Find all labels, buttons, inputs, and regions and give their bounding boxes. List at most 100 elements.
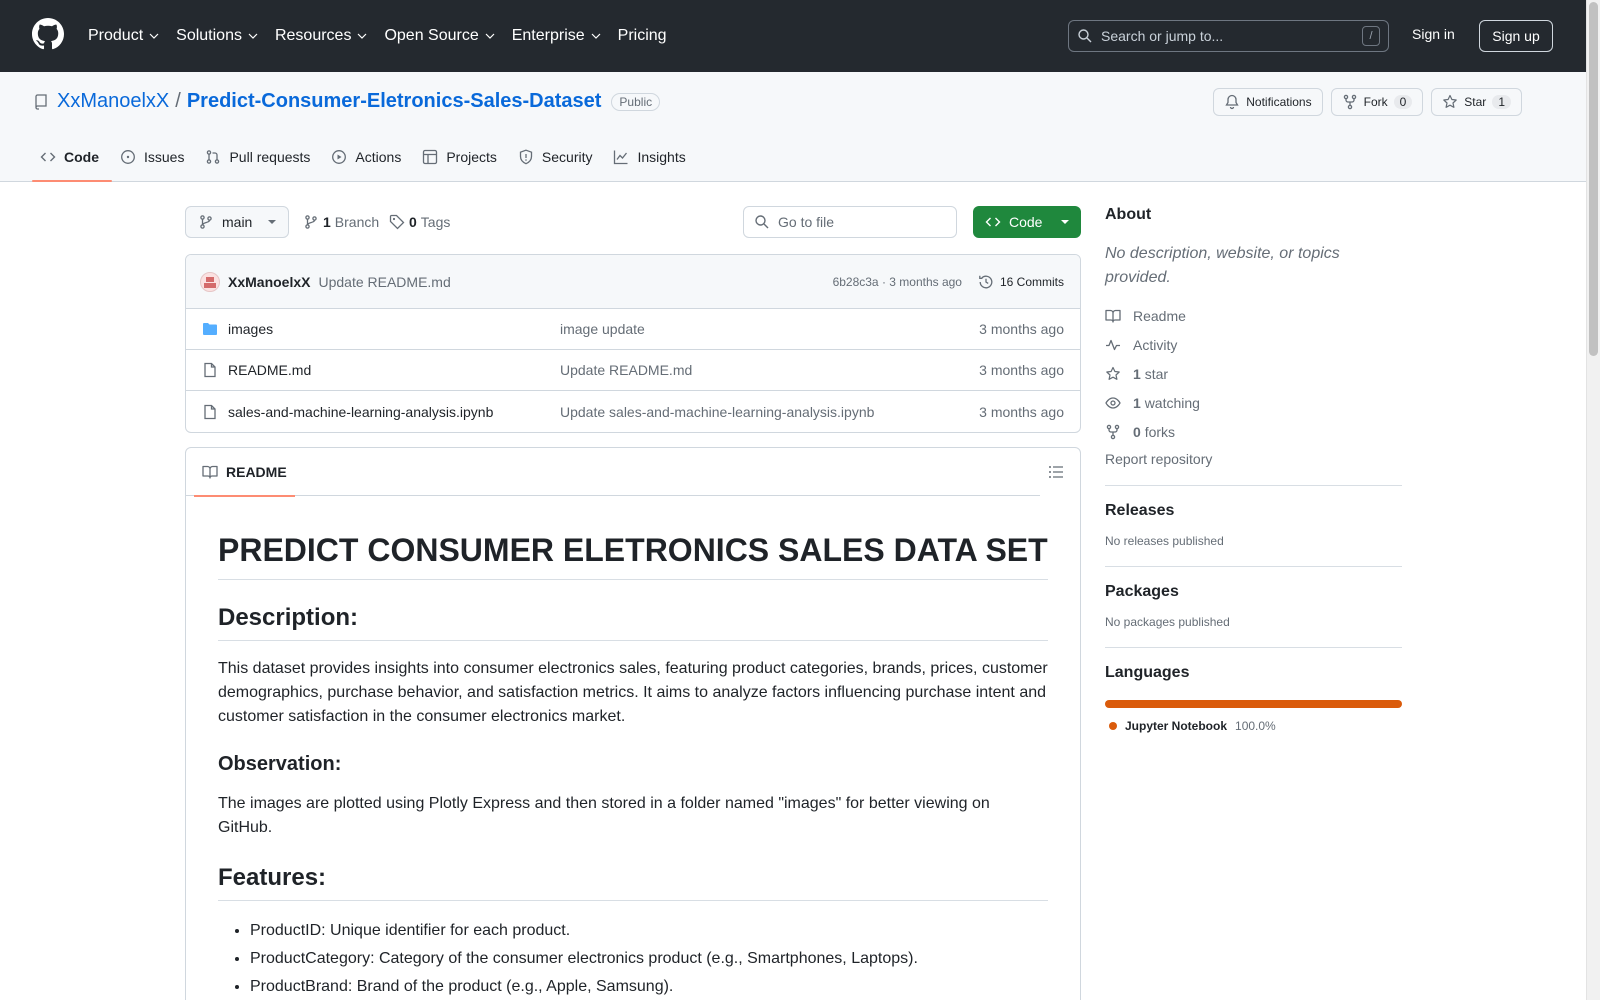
tab-label: Issues	[144, 149, 185, 165]
list-item: ProductCategory: Category of the consume…	[250, 947, 1048, 971]
repo-owner-link[interactable]: XxManoelxX	[57, 90, 169, 113]
fork-icon	[1106, 424, 1120, 440]
file-commit-message-link[interactable]: Update sales-and-machine-learning-analys…	[560, 404, 979, 420]
page-scrollbar[interactable]	[1586, 0, 1600, 1000]
activity-link[interactable]: Activity	[1105, 335, 1402, 355]
divider	[1105, 647, 1402, 648]
tab-pull-requests[interactable]: Pull requests	[197, 133, 323, 181]
tab-label: Security	[541, 149, 593, 165]
tag-count: 0	[409, 214, 417, 230]
nav-resources[interactable]: Resources	[275, 27, 368, 45]
search-icon	[1078, 29, 1092, 43]
commits-link[interactable]: 16 Commits	[978, 274, 1064, 290]
language-name: Jupyter Notebook	[1125, 719, 1228, 733]
github-logo-icon[interactable]	[32, 18, 64, 50]
git-branch-icon	[305, 215, 317, 229]
file-row-images[interactable]: images image update 3 months ago	[186, 309, 1080, 350]
features-heading: Features:	[218, 840, 1048, 901]
tab-code[interactable]: Code	[32, 133, 112, 182]
tab-issues[interactable]: Issues	[112, 133, 197, 181]
tab-security[interactable]: Security	[510, 133, 606, 181]
fork-icon	[1343, 94, 1356, 110]
avatar[interactable]	[200, 271, 220, 292]
tab-projects[interactable]: Projects	[414, 133, 510, 181]
latest-commit-row: XxManoelxX Update README.md 6b28c3a · 3 …	[186, 255, 1080, 309]
pull-request-icon	[207, 150, 220, 164]
commit-message-link[interactable]: Update README.md	[318, 274, 450, 290]
nav-product[interactable]: Product	[88, 27, 160, 45]
visibility-badge: Public	[611, 92, 661, 111]
star-icon	[1106, 366, 1120, 380]
bell-icon	[1225, 94, 1239, 110]
search-shortcut-key: /	[1362, 26, 1380, 46]
readme-link[interactable]: Readme	[1105, 306, 1402, 326]
stars-label: star	[1144, 366, 1169, 382]
stars-link[interactable]: 1 star	[1105, 364, 1402, 384]
global-search-input[interactable]: Search or jump to... /	[1068, 20, 1389, 52]
repo-actions: Notifications Fork 0 Star 1	[1213, 88, 1522, 116]
global-header: Product Solutions Resources Open Source …	[0, 0, 1586, 72]
code-button-label: Code	[1009, 214, 1043, 230]
file-name-link[interactable]: sales-and-machine-learning-analysis.ipyn…	[228, 404, 560, 420]
divider	[1105, 566, 1402, 567]
file-row-notebook[interactable]: sales-and-machine-learning-analysis.ipyn…	[186, 391, 1080, 432]
nav-solutions[interactable]: Solutions	[176, 27, 259, 45]
releases-heading[interactable]: Releases	[1105, 502, 1402, 520]
forks-label: forks	[1144, 424, 1176, 440]
go-to-file-placeholder: Go to file	[778, 214, 835, 230]
tag-label: Tags	[420, 214, 451, 230]
search-icon	[755, 215, 769, 229]
watchers-link[interactable]: 1 watching	[1105, 393, 1402, 413]
file-icon	[204, 404, 216, 419]
star-button[interactable]: Star 1	[1431, 88, 1522, 116]
sign-in-link[interactable]: Sign in	[1412, 26, 1455, 42]
readme-content: PREDICT CONSUMER ELETRONICS SALES DATA S…	[186, 496, 1080, 999]
file-name-link[interactable]: README.md	[228, 362, 560, 378]
nav-pricing[interactable]: Pricing	[618, 27, 667, 45]
branches-link[interactable]: 1 Branch	[303, 214, 379, 230]
forks-link[interactable]: 0 forks	[1105, 422, 1402, 442]
commit-author-link[interactable]: XxManoelxX	[228, 274, 310, 290]
repo-breadcrumb: XxManoelxX / Predict-Consumer-Eletronics…	[33, 90, 661, 113]
tab-insights[interactable]: Insights	[605, 133, 698, 181]
file-commit-message-link[interactable]: Update README.md	[560, 362, 979, 378]
history-icon	[979, 275, 993, 288]
commit-sha-time[interactable]: 6b28c3a · 3 months ago	[833, 275, 962, 289]
language-item[interactable]: Jupyter Notebook 100.0%	[1105, 719, 1402, 733]
repo-name-link[interactable]: Predict-Consumer-Eletronics-Sales-Datase…	[187, 90, 602, 113]
scrollbar-thumb[interactable]	[1589, 2, 1598, 356]
file-commit-message-link[interactable]: image update	[560, 321, 979, 337]
packages-text: No packages published	[1105, 615, 1230, 629]
nav-enterprise[interactable]: Enterprise	[512, 27, 602, 45]
tags-link[interactable]: 0 Tags	[389, 214, 450, 230]
readme-header: README	[186, 448, 1040, 497]
tab-label: Actions	[355, 149, 402, 165]
fork-count: 0	[1393, 95, 1413, 109]
branch-name: main	[222, 214, 253, 230]
report-repository-link[interactable]: Report repository	[1105, 451, 1402, 467]
about-description: No description, website, or topics provi…	[1105, 245, 1340, 286]
features-list: ProductID: Unique identifier for each pr…	[250, 919, 1048, 999]
watching-label: watching	[1144, 395, 1200, 411]
nav-open-source[interactable]: Open Source	[384, 27, 495, 45]
chevron-down-icon	[248, 33, 258, 39]
outline-list-icon[interactable]	[1048, 464, 1064, 480]
fork-label: Fork	[1363, 95, 1388, 109]
branch-select-button[interactable]: main	[185, 206, 289, 238]
tab-label: Projects	[446, 149, 497, 165]
fork-button[interactable]: Fork 0	[1330, 88, 1424, 116]
repo-sidebar: About No description, website, or topics…	[1105, 206, 1402, 733]
file-name-link[interactable]: images	[228, 321, 560, 337]
tab-readme[interactable]: README	[194, 448, 295, 497]
code-dropdown-button[interactable]: Code	[973, 206, 1081, 238]
caret-down-icon	[1061, 220, 1069, 224]
watching-count: 1	[1133, 395, 1141, 411]
tab-actions[interactable]: Actions	[323, 133, 414, 181]
file-row-readme[interactable]: README.md Update README.md 3 months ago	[186, 350, 1080, 391]
sign-up-button[interactable]: Sign up	[1479, 20, 1553, 52]
packages-heading[interactable]: Packages	[1105, 583, 1402, 601]
go-to-file-input[interactable]: Go to file	[743, 206, 957, 238]
readme-link-label: Readme	[1133, 308, 1186, 324]
notifications-button[interactable]: Notifications	[1213, 88, 1323, 116]
file-age: 3 months ago	[979, 362, 1064, 378]
